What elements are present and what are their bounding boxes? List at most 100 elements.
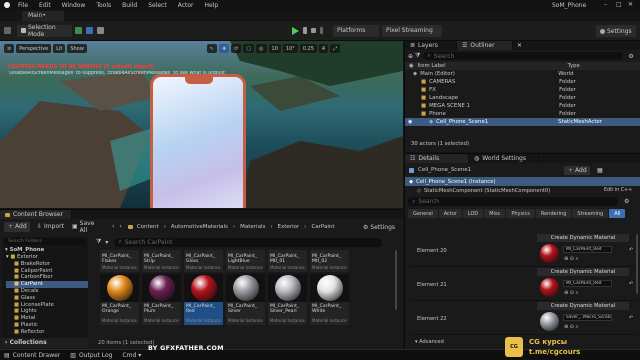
menu-actor[interactable]: Actor bbox=[178, 2, 194, 9]
scale-snap[interactable]: 0.25 bbox=[299, 44, 317, 53]
category-general[interactable]: General bbox=[408, 209, 438, 218]
content-icon[interactable] bbox=[75, 27, 82, 34]
slot-action-icons[interactable]: ⊕ ⊙ ⌕ bbox=[564, 290, 578, 296]
breadcrumb-automotive-materials[interactable]: AutomotiveMaterials bbox=[171, 224, 228, 230]
tab-layers[interactable]: ≣ Layers bbox=[405, 41, 457, 50]
level-viewport[interactable]: ≡ Perspective Lit Show ↖ ✚ ⟳ ▢ ◎ 10 10° … bbox=[0, 41, 403, 208]
reset-arrow-icon[interactable]: ↶ bbox=[629, 247, 633, 253]
asset-tile[interactable]: MI_CarPaint_ White Material Instance bbox=[310, 274, 349, 325]
outliner-row[interactable]: ■ Landscape Folder bbox=[405, 94, 640, 102]
menu-tools[interactable]: Tools bbox=[96, 2, 111, 9]
add-component-button[interactable]: + Add bbox=[564, 165, 590, 175]
menu-file[interactable]: File bbox=[18, 2, 28, 9]
menu-help[interactable]: Help bbox=[205, 2, 219, 9]
level-tab[interactable]: Main• bbox=[22, 11, 64, 21]
asset-tile[interactable]: MI_CarPaint_ Plum Material Instance bbox=[142, 274, 181, 325]
cinematics-icon[interactable] bbox=[97, 27, 104, 34]
tab-world-settings[interactable]: ◍ World Settings bbox=[469, 154, 539, 163]
more-icon[interactable] bbox=[320, 27, 323, 34]
col-type[interactable]: Type bbox=[568, 63, 580, 69]
asset-tile[interactable]: MI_CarPaint_ Silver_Pearl Material Instan… bbox=[268, 274, 307, 325]
cmd-dropdown-icon[interactable]: ▾ bbox=[138, 352, 141, 359]
world-icon[interactable]: ◎ bbox=[256, 44, 267, 53]
category-all[interactable]: All bbox=[609, 209, 626, 218]
visibility-eye-icon[interactable]: ◉ bbox=[408, 119, 412, 125]
outliner-row[interactable]: ■ MEGA SCENE 1 Folder bbox=[405, 102, 640, 110]
tree-folder-metal[interactable]: ■ Metal bbox=[6, 315, 88, 322]
tree-folder-reflector[interactable]: ■ Reflector bbox=[6, 329, 88, 336]
play-icon[interactable] bbox=[292, 26, 299, 35]
details-search-input[interactable]: ⌕ Search bbox=[408, 197, 618, 206]
folder-search-input[interactable]: Search Folders bbox=[4, 238, 86, 245]
maximize-button[interactable]: □ bbox=[616, 1, 622, 8]
cb-settings-button[interactable]: ⚙ Settings bbox=[363, 224, 395, 231]
blueprint-convert-icon[interactable]: ▦ bbox=[597, 167, 603, 174]
category-physics[interactable]: Physics bbox=[506, 209, 535, 218]
add-button[interactable]: + Add bbox=[4, 221, 30, 232]
blueprint-icon[interactable] bbox=[86, 27, 93, 34]
content-browser-tab[interactable]: Content Browser bbox=[0, 210, 72, 219]
asset-tile-partial[interactable]: MI_CarPaint_ Flakes Material Instance bbox=[100, 250, 139, 272]
component-row[interactable]: ◇ StaticMeshComponent (StaticMeshComponen… bbox=[405, 186, 640, 195]
nav-forward-icon[interactable]: › bbox=[119, 223, 121, 230]
category-misc[interactable]: Misc bbox=[484, 209, 506, 218]
tree-folder-lights[interactable]: ■ Lights bbox=[6, 308, 88, 315]
translate-icon[interactable]: ↖ bbox=[206, 44, 218, 53]
add-actor-icon[interactable]: ⊕ bbox=[408, 53, 413, 60]
asset-tile[interactable]: MI_CarPaint_ Red Material Instance bbox=[184, 274, 223, 325]
reset-arrow-icon[interactable]: ↶ bbox=[629, 281, 633, 287]
angle-snap[interactable]: 10° bbox=[282, 44, 298, 53]
cmd-label[interactable]: Cmd bbox=[122, 352, 136, 359]
material-thumbnail[interactable] bbox=[540, 244, 559, 263]
breadcrumb-exterior[interactable]: Exterior bbox=[278, 224, 300, 230]
tab-details[interactable]: ☷ Details bbox=[405, 154, 469, 163]
menu-build[interactable]: Build bbox=[122, 2, 137, 9]
perspective-button[interactable]: Perspective bbox=[16, 44, 52, 53]
show-button[interactable]: Show bbox=[67, 44, 87, 53]
tree-folder-caliperpaint[interactable]: ■ CaliperPaint bbox=[6, 268, 88, 275]
outliner-row[interactable]: ■ Phone Folder bbox=[405, 110, 640, 118]
outliner-row[interactable]: ■ FX Folder bbox=[405, 86, 640, 94]
asset-tile-partial[interactable]: MI_CarPaint_ Mtl_02 Material Instance bbox=[310, 250, 349, 272]
asset-scrollbar[interactable] bbox=[395, 250, 397, 310]
category-actor[interactable]: Actor bbox=[438, 209, 462, 218]
close-button[interactable]: ✕ bbox=[628, 1, 633, 8]
menu-select[interactable]: Select bbox=[148, 2, 167, 9]
outliner-row[interactable]: ◉ ◆ Cell_Phone_Scene1 StaticMeshActor bbox=[405, 118, 640, 126]
details-settings-icon[interactable]: ⚙ bbox=[624, 198, 629, 205]
pixel-streaming-button[interactable]: Pixel Streaming bbox=[382, 24, 442, 37]
tree-folder-exterior[interactable]: ▾ ■ Exterior bbox=[6, 254, 88, 261]
create-dynamic-material-button[interactable]: Create Dynamic Material bbox=[537, 268, 629, 276]
tree-folder-glass[interactable]: ■ Glass bbox=[6, 295, 88, 302]
scale-icon[interactable]: ▢ bbox=[243, 44, 255, 53]
col-item-label[interactable]: Item Label bbox=[418, 63, 568, 69]
category-lod[interactable]: LOD bbox=[462, 209, 484, 218]
material-dropdown[interactable]: MI_CarPaint_Red bbox=[563, 246, 612, 253]
asset-tile[interactable]: MI_CarPaint_ Silver Material Instance bbox=[226, 274, 265, 325]
material-thumbnail[interactable] bbox=[540, 278, 559, 297]
asset-tile-partial[interactable]: MI_CarPaint_ LightBlue Material Instance bbox=[226, 250, 265, 272]
save-icon[interactable] bbox=[4, 27, 11, 34]
component-instance-row[interactable]: ◆ Cell_Phone_Scene1 (Instance) bbox=[405, 177, 640, 186]
tree-root[interactable]: ▾ SoM_Phone bbox=[2, 247, 88, 254]
tree-folder-carpaint[interactable]: ■ CarPaint bbox=[6, 281, 88, 288]
filter-dropdown-icon[interactable]: ▾ bbox=[105, 239, 108, 246]
platforms-button[interactable]: Platforms bbox=[333, 24, 379, 37]
tree-folder-brakerotor[interactable]: ■ BrakeRotor bbox=[6, 261, 88, 268]
content-drawer-button[interactable]: Content Drawer bbox=[13, 352, 61, 359]
selection-mode-button[interactable]: Selection Mode bbox=[17, 24, 72, 38]
move-icon[interactable]: ✚ bbox=[219, 44, 230, 53]
tree-folder-decals[interactable]: ■ Decals bbox=[6, 288, 88, 295]
import-button[interactable]: ⇩ Import bbox=[33, 221, 65, 232]
material-dropdown[interactable]: MI_CarPaint_Red bbox=[563, 280, 612, 287]
menu-window[interactable]: Window bbox=[62, 2, 86, 9]
camera-speed[interactable]: 4 bbox=[318, 44, 329, 53]
details-scrollbar[interactable] bbox=[636, 234, 638, 294]
output-log-button[interactable]: Output Log bbox=[79, 352, 112, 359]
breadcrumb-carpaint[interactable]: CarPaint bbox=[311, 224, 334, 230]
viewport-menu-button[interactable]: ≡ bbox=[4, 44, 15, 53]
asset-tile[interactable]: MI_CarPaint_ Orange Material Instance bbox=[100, 274, 139, 325]
asset-tile-partial[interactable]: MI_CarPaint_ Gloss Material Instance bbox=[184, 250, 223, 272]
material-dropdown[interactable]: Silver_..Macro_Scratches_3 bbox=[563, 314, 612, 321]
edit-cpp-link[interactable]: Edit in C++ bbox=[604, 188, 632, 193]
